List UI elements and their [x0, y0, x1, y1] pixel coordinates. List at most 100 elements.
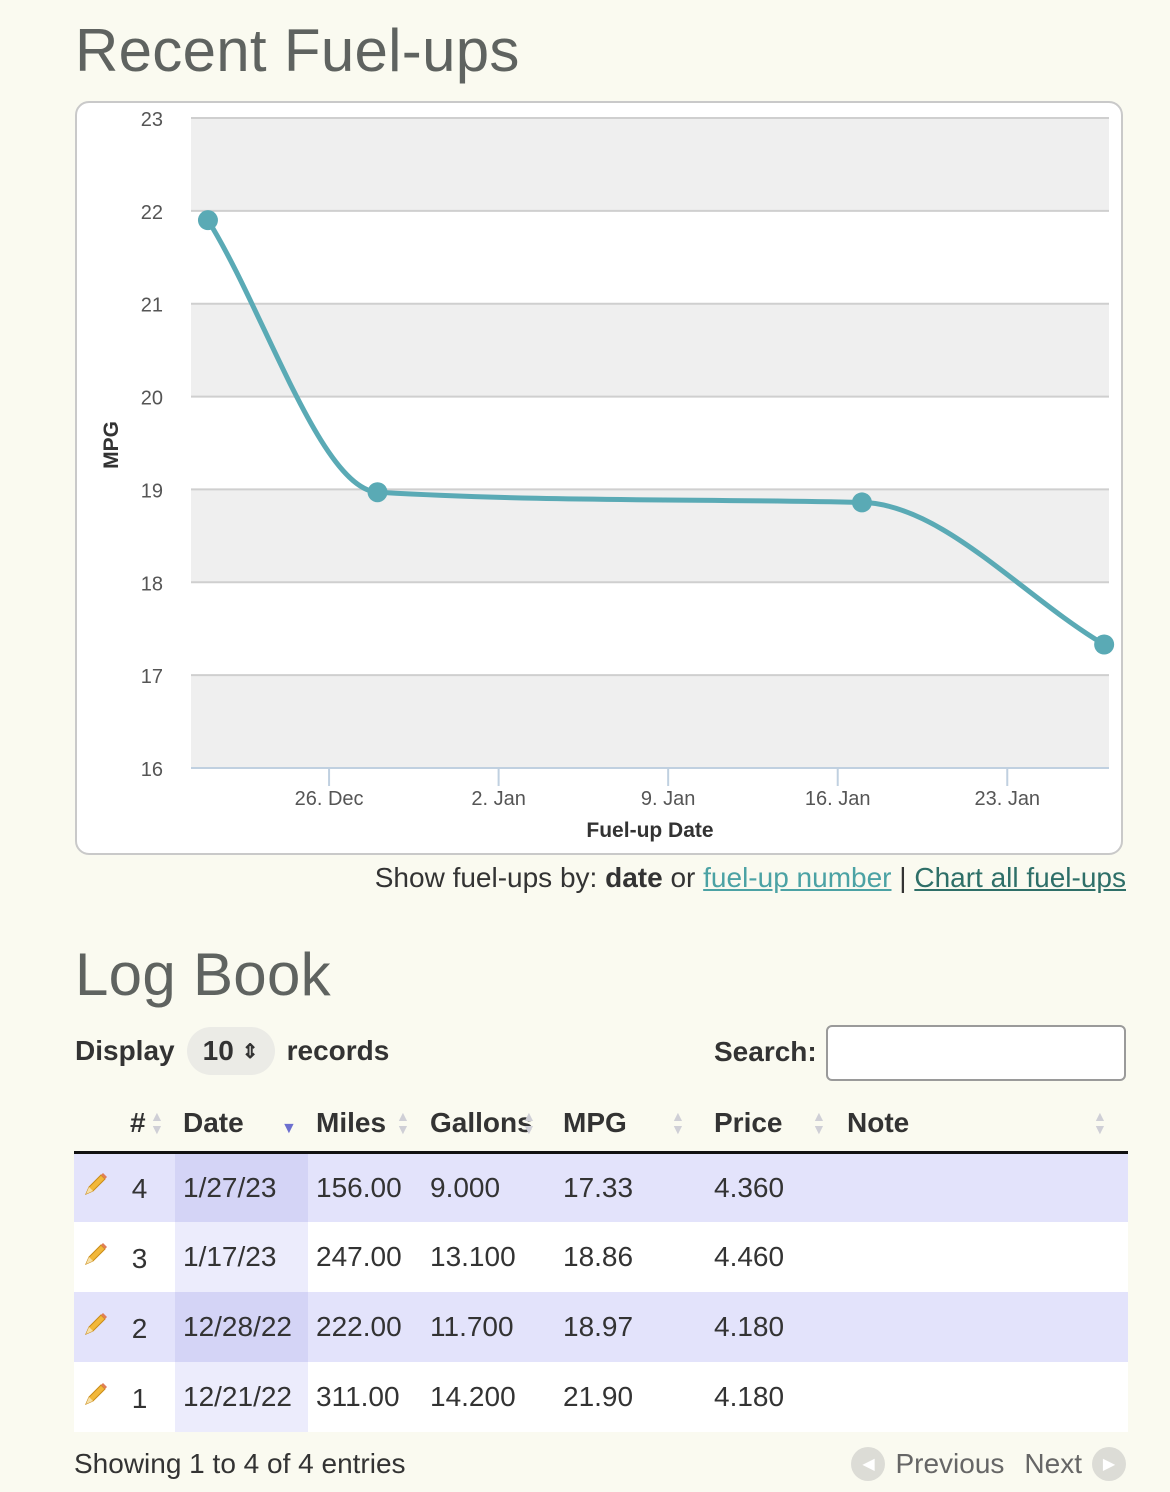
miles-cell: 222.00 [308, 1292, 422, 1362]
y-axis-title: MPG [100, 421, 123, 469]
y-tick-label: 20 [141, 388, 163, 410]
date-cell: 1/17/23 [175, 1222, 308, 1292]
mpg-cell: 18.86 [555, 1222, 706, 1292]
column-header-number[interactable]: # ▲ ▼ [74, 1096, 175, 1154]
note-cell [839, 1152, 1128, 1222]
x-tick-label: 26. Dec [295, 788, 364, 810]
gallons-cell: 14.200 [422, 1362, 555, 1432]
date-cell: 12/21/22 [175, 1362, 308, 1432]
next-label: Next [1024, 1448, 1082, 1479]
table-info: Showing 1 to 4 of 4 entries [74, 1448, 406, 1479]
price-cell: 4.360 [706, 1152, 839, 1222]
column-header-gallons[interactable]: Gallons ▲ ▼ [422, 1096, 555, 1154]
chart-view-options: Show fuel-ups by: date or fuel-up number… [375, 862, 1126, 894]
table-row: 4 1/27/23 156.00 9.000 17.33 4.360 [74, 1152, 1128, 1222]
sort-both-icon: ▲ ▼ [150, 1108, 164, 1137]
records-length-select[interactable]: 10 ⇕ [186, 1027, 275, 1075]
row-number-cell: 1 [74, 1362, 175, 1432]
mpg-chart: 16 17 18 19 20 21 22 23 26. Dec 2. Jan 9. Jan 16. J… [75, 101, 1123, 855]
row-number-cell: 4 [74, 1152, 175, 1222]
sort-both-icon: ▲ ▼ [396, 1108, 410, 1137]
column-header-note[interactable]: Note ▲ ▼ [839, 1096, 1128, 1154]
log-book-table: # ▲ ▼ Date ▼ Miles ▲ ▼ Gallons ▲ ▼ MPG ▲ ▼ P… [74, 1096, 1128, 1432]
note-cell [839, 1362, 1128, 1432]
chart-all-fuel-ups-link[interactable]: Chart all fuel-ups [914, 862, 1126, 893]
row-number-cell: 2 [74, 1292, 175, 1362]
updown-chevron-icon: ⇕ [241, 1040, 259, 1063]
column-header-price[interactable]: Price ▲ ▼ [706, 1096, 839, 1154]
mpg-cell: 18.97 [555, 1292, 706, 1362]
row-number-cell: 3 [74, 1222, 175, 1292]
chart-view-separator: | [899, 862, 907, 893]
table-header-row: # ▲ ▼ Date ▼ Miles ▲ ▼ Gallons ▲ ▼ MPG ▲ ▼ P… [74, 1096, 1128, 1154]
gallons-cell: 13.100 [422, 1222, 555, 1292]
plot-band [191, 675, 1109, 768]
plot-band [191, 489, 1109, 583]
y-tick-label: 19 [141, 480, 163, 502]
search-input[interactable] [826, 1025, 1126, 1081]
x-tick-label: 9. Jan [641, 788, 695, 810]
date-cell: 12/28/22 [175, 1292, 308, 1362]
display-label: Display [75, 1035, 175, 1066]
y-tick-label: 16 [141, 759, 163, 781]
y-tick-label: 22 [141, 202, 163, 224]
column-header-date[interactable]: Date ▼ [175, 1096, 308, 1154]
records-per-page: Display 10 ⇕ records [75, 1026, 389, 1076]
pencil-icon[interactable] [82, 1240, 110, 1275]
date-cell: 1/27/23 [175, 1152, 308, 1222]
sort-descending-icon: ▼ [281, 1120, 297, 1137]
data-point [851, 492, 872, 513]
table-row: 2 12/28/22 222.00 11.700 18.97 4.180 [74, 1292, 1128, 1362]
gallons-cell: 11.700 [422, 1292, 555, 1362]
pencil-icon[interactable] [82, 1380, 110, 1415]
sort-both-icon: ▲ ▼ [812, 1108, 826, 1137]
pencil-icon[interactable] [82, 1170, 110, 1205]
mpg-cell: 21.90 [555, 1362, 706, 1432]
x-tick-label: 16. Jan [805, 788, 871, 810]
mpg-cell: 17.33 [555, 1152, 706, 1222]
previous-label: Previous [895, 1448, 1005, 1479]
chart-view-prefix: Show fuel-ups by: [374, 862, 598, 893]
column-header-miles[interactable]: Miles ▲ ▼ [308, 1096, 422, 1154]
sort-both-icon: ▲ ▼ [1093, 1108, 1107, 1137]
sort-both-icon: ▲ ▼ [522, 1108, 536, 1137]
pagination: ◀ Previous Next ▶ [851, 1442, 1126, 1486]
price-cell: 4.460 [706, 1222, 839, 1292]
x-tick-label: 2. Jan [471, 788, 525, 810]
data-point [197, 210, 218, 231]
records-label: records [286, 1035, 390, 1066]
plot-band [191, 303, 1109, 397]
table-row: 1 12/21/22 311.00 14.200 21.90 4.180 [74, 1362, 1128, 1432]
column-header-mpg[interactable]: MPG ▲ ▼ [555, 1096, 706, 1154]
x-axis-title: Fuel-up Date [586, 819, 713, 842]
plot-band [191, 118, 1109, 211]
fuel-up-number-link[interactable]: fuel-up number [703, 862, 891, 893]
y-tick-label: 17 [141, 666, 163, 688]
note-cell [839, 1292, 1128, 1362]
records-length-value: 10 [202, 1035, 234, 1066]
y-tick-label: 18 [141, 573, 163, 595]
mpg-chart-svg: 16 17 18 19 20 21 22 23 26. Dec 2. Jan 9. Jan 16. J… [100, 109, 1115, 842]
price-cell: 4.180 [706, 1292, 839, 1362]
data-point [1094, 634, 1115, 655]
table-row: 3 1/17/23 247.00 13.100 18.86 4.460 [74, 1222, 1128, 1292]
sort-both-icon: ▲ ▼ [671, 1108, 685, 1137]
price-cell: 4.180 [706, 1362, 839, 1432]
search-label: Search: [714, 1036, 817, 1067]
miles-cell: 311.00 [308, 1362, 422, 1432]
x-tick-label: 23. Jan [974, 788, 1040, 810]
chart-view-or: or [670, 862, 696, 893]
gallons-cell: 9.000 [422, 1152, 555, 1222]
miles-cell: 247.00 [308, 1222, 422, 1292]
next-button[interactable]: Next ▶ [1024, 1447, 1126, 1481]
chevron-left-icon: ◀ [851, 1447, 886, 1481]
chevron-right-icon: ▶ [1092, 1447, 1126, 1481]
note-cell [839, 1222, 1128, 1292]
y-tick-label: 21 [141, 295, 163, 317]
section-title-log-book: Log Book [75, 941, 331, 1008]
data-point [367, 482, 388, 503]
chart-view-current: date [605, 862, 663, 893]
previous-button[interactable]: ◀ Previous [851, 1447, 1004, 1481]
pencil-icon[interactable] [82, 1310, 110, 1345]
y-tick-label: 23 [141, 109, 163, 131]
